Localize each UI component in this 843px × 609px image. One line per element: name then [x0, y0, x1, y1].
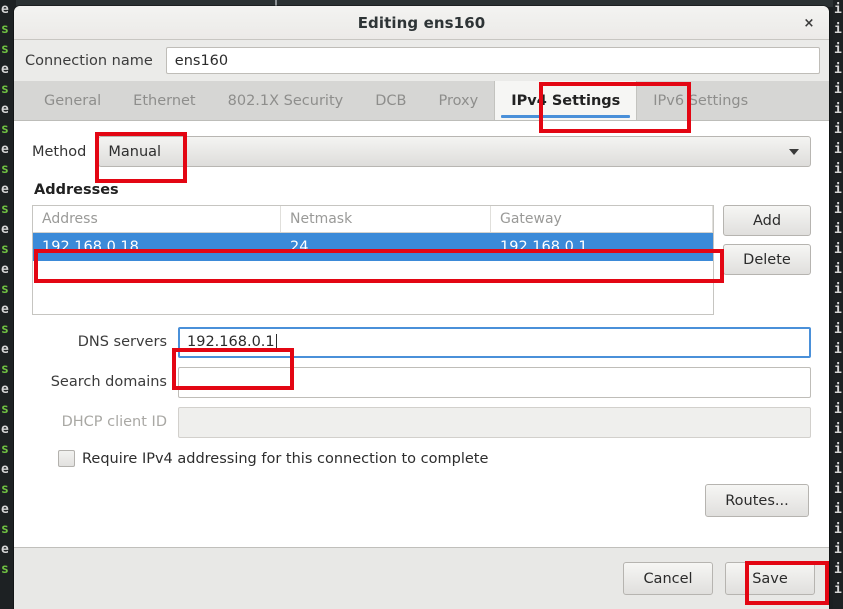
connection-name-row: Connection name ens160 — [14, 40, 829, 81]
save-button[interactable]: Save — [725, 562, 815, 595]
ip-fields: DNS servers 192.168.0.1 Search domains D… — [32, 324, 811, 440]
terminal-char: i — [834, 322, 842, 337]
addresses-section-title: Addresses — [34, 182, 119, 198]
terminal-char: i — [834, 242, 842, 257]
terminal-char: i — [834, 402, 842, 417]
editing-connection-dialog: Editing ens160 × Connection name ens160 … — [14, 6, 829, 609]
delete-button[interactable]: Delete — [723, 244, 811, 275]
terminal-char: i — [834, 62, 842, 77]
terminal-char: i — [834, 302, 842, 317]
terminal-char: i — [834, 42, 842, 57]
cell-gateway: 192.168.0.1 — [500, 239, 588, 255]
terminal-char: i — [834, 542, 842, 557]
tab-ipv6-settings[interactable]: IPv6 Settings — [637, 81, 764, 120]
terminal-char: i — [834, 482, 842, 497]
settings-tabs: General Ethernet 802.1X Security DCB Proxy IP… — [14, 81, 829, 121]
screen: esseseseseseseseseseseseseses iiiiiiiiii… — [0, 0, 843, 609]
terminal-char: i — [834, 462, 842, 477]
tab-label: IPv4 Settings — [511, 92, 621, 109]
terminal-char: i — [834, 422, 842, 437]
terminal-char: i — [834, 2, 842, 17]
tab-label: General — [44, 92, 102, 109]
method-value: Manual — [108, 143, 162, 160]
cell-netmask: 24 — [290, 239, 309, 255]
terminal-char: i — [834, 162, 842, 177]
chevron-down-icon — [789, 148, 799, 155]
dialog-footer: Cancel Save — [14, 548, 829, 609]
cell-address: 192.168.0.18 — [42, 239, 139, 255]
addresses-table-header: Address Netmask Gateway — [33, 206, 713, 233]
cancel-button[interactable]: Cancel — [623, 562, 713, 595]
tab-label: Proxy — [438, 92, 479, 109]
tab-general[interactable]: General — [28, 81, 117, 120]
connection-name-input[interactable]: ens160 — [165, 47, 820, 74]
tab-proxy[interactable]: Proxy — [422, 81, 494, 120]
terminal-char: i — [834, 22, 842, 37]
terminal-char: i — [834, 382, 842, 397]
terminal-char: i — [834, 262, 842, 277]
dialog-title-bar: Editing ens160 × — [14, 6, 829, 40]
search-domains-row: Search domains — [32, 364, 811, 400]
addresses-table[interactable]: Address Netmask Gateway 192.168.0.18 24 … — [32, 205, 714, 315]
routes-button[interactable]: Routes... — [705, 484, 809, 517]
terminal-char: i — [834, 282, 842, 297]
column-header-gateway: Gateway — [491, 206, 713, 232]
search-domains-input[interactable] — [178, 366, 811, 398]
terminal-char: i — [834, 502, 842, 517]
tab-label: DCB — [375, 92, 407, 109]
add-button[interactable]: Add — [723, 205, 811, 236]
require-ipv4-label: Require IPv4 addressing for this connect… — [82, 450, 489, 467]
method-row: Method Manual — [32, 135, 811, 168]
tab-label: Ethernet — [133, 92, 196, 109]
column-header-netmask: Netmask — [281, 206, 491, 232]
terminal-char: i — [834, 222, 842, 237]
require-ipv4-checkbox[interactable] — [58, 450, 75, 467]
tab-label: 802.1X Security — [227, 92, 344, 109]
dialog-title: Editing ens160 — [357, 13, 486, 32]
close-icon[interactable]: × — [799, 13, 819, 33]
addresses-area: Address Netmask Gateway 192.168.0.18 24 … — [32, 205, 811, 315]
tab-ipv4-settings[interactable]: IPv4 Settings — [494, 81, 638, 120]
method-label: Method — [32, 143, 87, 160]
column-header-address: Address — [33, 206, 281, 232]
dhcp-client-id-input — [178, 406, 811, 438]
terminal-char: i — [834, 442, 842, 457]
tab-label: IPv6 Settings — [653, 92, 749, 109]
terminal-char: i — [834, 142, 842, 157]
terminal-char: i — [834, 82, 842, 97]
dns-servers-row: DNS servers 192.168.0.1 — [32, 324, 811, 360]
method-dropdown[interactable]: Manual — [98, 136, 811, 167]
dhcp-client-id-row: DHCP client ID — [32, 404, 811, 440]
terminal-char: i — [834, 182, 842, 197]
terminal-char: i — [834, 522, 842, 537]
terminal-char: i — [834, 102, 842, 117]
addresses-buttons: Add Delete — [723, 205, 811, 275]
dns-servers-input[interactable]: 192.168.0.1 — [178, 326, 811, 358]
routes-row: Routes... — [32, 484, 811, 517]
table-row[interactable]: 192.168.0.18 24 192.168.0.1 — [33, 233, 713, 261]
terminal-char: i — [834, 562, 842, 577]
terminal-char: i — [834, 342, 842, 357]
terminal-char: i — [834, 582, 842, 597]
dhcp-client-id-label: DHCP client ID — [61, 414, 167, 430]
dns-servers-value: 192.168.0.1 — [187, 334, 275, 350]
tab-802-1x-security[interactable]: 802.1X Security — [212, 81, 360, 120]
background-terminal-right[interactable]: iiiiiiiiiiiiiiiiiiiiiiiiiiiiii — [833, 0, 843, 609]
terminal-char: i — [834, 122, 842, 137]
terminal-char: i — [834, 202, 842, 217]
search-domains-label: Search domains — [50, 374, 167, 390]
tab-dcb[interactable]: DCB — [359, 81, 422, 120]
terminal-char: i — [834, 362, 842, 377]
require-ipv4-row[interactable]: Require IPv4 addressing for this connect… — [58, 450, 811, 467]
ipv4-settings-page: Method Manual Addresses Address Netmask … — [14, 121, 829, 548]
dns-servers-label: DNS servers — [77, 334, 167, 350]
tab-ethernet[interactable]: Ethernet — [117, 81, 211, 120]
connection-name-label: Connection name — [25, 52, 153, 69]
text-cursor — [275, 333, 277, 351]
